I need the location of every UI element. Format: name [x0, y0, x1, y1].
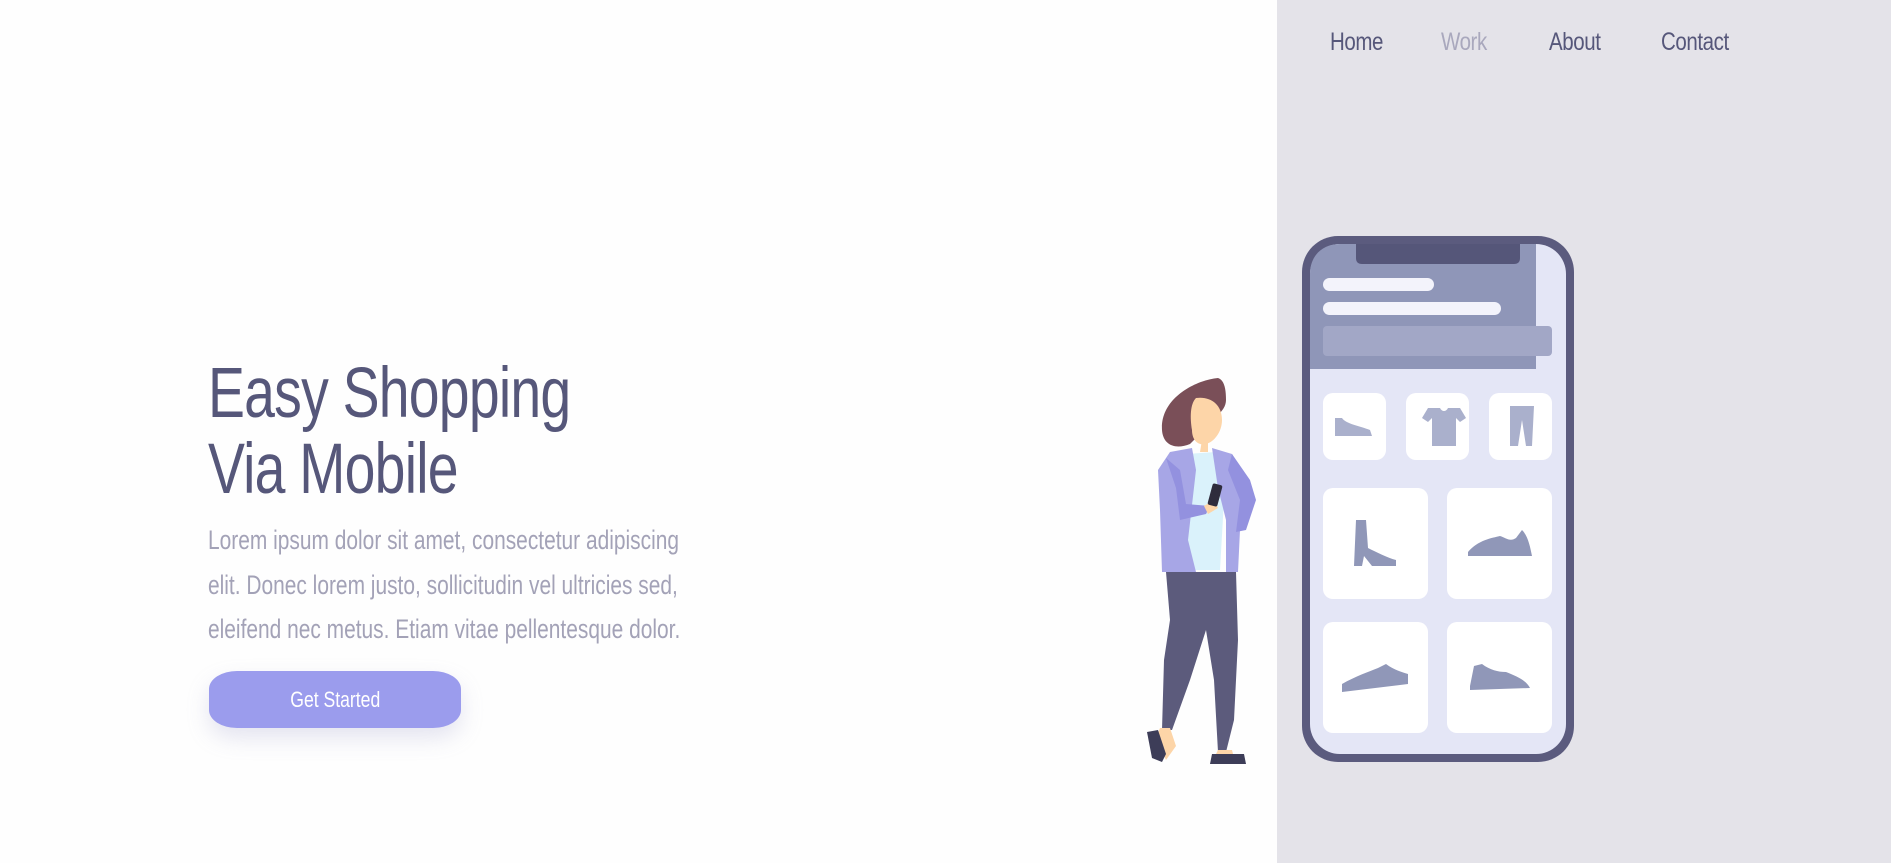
get-started-label: Get Started: [289, 686, 380, 712]
nav-about-link[interactable]: About: [1549, 22, 1601, 62]
landing-page: Home Work About Contact Easy Shopping Vi…: [0, 0, 1891, 863]
woman-figure: [1147, 378, 1256, 764]
get-started-button[interactable]: Get Started: [209, 671, 461, 728]
hero-title-line-1: Easy Shopping: [208, 354, 571, 433]
phone-mockup: [1302, 236, 1574, 762]
product-card: [1323, 488, 1428, 599]
hero-title: Easy Shopping Via Mobile: [208, 356, 614, 508]
hero-section: Easy Shopping Via Mobile Lorem ipsum dol…: [208, 356, 728, 652]
shopping-illustration: [1147, 236, 1574, 764]
nav-work-link[interactable]: Work: [1441, 22, 1487, 62]
hero-description: Lorem ipsum dolor sit amet, consectetur …: [208, 525, 681, 644]
nav-contact-link[interactable]: Contact: [1661, 22, 1729, 62]
nav-home-link[interactable]: Home: [1330, 22, 1383, 62]
hero-title-line-2: Via Mobile: [208, 430, 459, 509]
